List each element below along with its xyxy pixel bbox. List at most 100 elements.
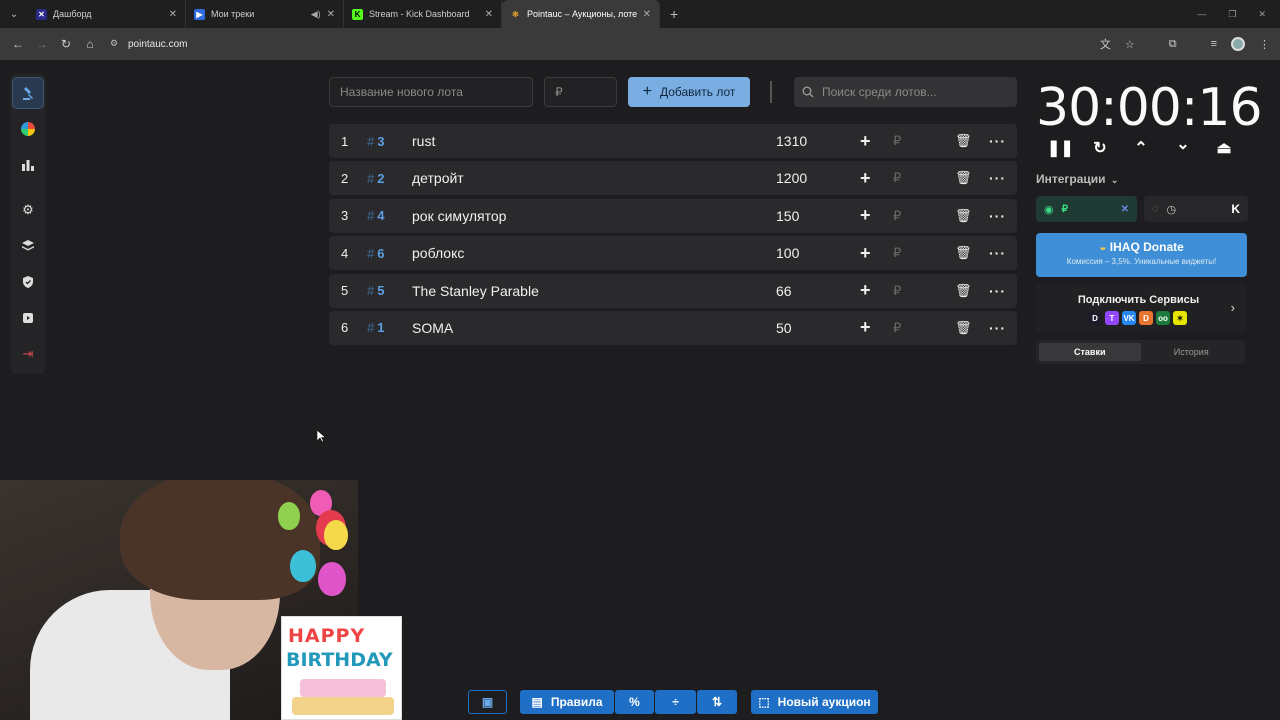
trash-icon[interactable]: 🗑: [955, 170, 972, 186]
save-button[interactable]: ▣: [468, 690, 507, 714]
lot-name[interactable]: детройт: [412, 170, 464, 186]
sidebar-item-security[interactable]: [12, 266, 44, 298]
sidebar-item-layers[interactable]: [12, 230, 44, 262]
new-tab-icon[interactable]: +: [660, 6, 688, 22]
reload-icon[interactable]: ↻: [54, 37, 78, 51]
restore-icon[interactable]: ❐: [1228, 9, 1236, 20]
add-amount-button[interactable]: +: [860, 168, 871, 189]
lot-amount: 150: [776, 207, 800, 224]
integrations-toggle[interactable]: Интеграции ⌄: [1036, 172, 1118, 186]
chevron-up-icon[interactable]: ⌃: [1129, 138, 1153, 162]
integrations-label: Интеграции: [1036, 172, 1106, 186]
trash-icon[interactable]: 🗑: [955, 208, 972, 224]
lot-name-input[interactable]: Название нового лота: [329, 77, 533, 107]
menu-icon[interactable]: ⋮: [1259, 38, 1270, 51]
lot-row[interactable]: 5 #5 The Stanley Parable 66 + ₽ 🗑 ···: [329, 273, 1017, 308]
lot-row[interactable]: 2 #2 детройт 1200 + ₽ 🗑 ···: [329, 161, 1017, 196]
new-auction-button[interactable]: ⬚ Новый аукцион: [751, 690, 878, 714]
lot-name[interactable]: SOMA: [412, 320, 453, 336]
percent-button[interactable]: %: [615, 690, 654, 714]
lot-name[interactable]: rust: [412, 133, 435, 149]
browser-tab[interactable]: ▶ Мои треки ◀) ✕: [186, 0, 344, 28]
more-icon[interactable]: ···: [989, 283, 1006, 299]
close-window-icon[interactable]: ✕: [1258, 9, 1266, 20]
tab-search-icon[interactable]: ⌄: [0, 0, 28, 28]
connect-services-button[interactable]: Подключить Сервисы D T VK D oo ✶ ›: [1036, 284, 1247, 332]
amount-input-rub[interactable]: ₽: [893, 245, 901, 261]
lot-row[interactable]: 3 #4 рок симулятор 150 + ₽ 🗑 ···: [329, 198, 1017, 233]
add-amount-button[interactable]: +: [860, 280, 871, 301]
add-amount-button[interactable]: +: [860, 205, 871, 226]
sidebar-item-auction[interactable]: [12, 77, 44, 109]
profile-avatar[interactable]: [1231, 37, 1245, 51]
more-icon[interactable]: ···: [989, 133, 1006, 149]
double-up-icon[interactable]: ⏏: [1212, 138, 1236, 162]
chevron-down-icon[interactable]: ⌄: [1171, 134, 1195, 158]
sort-button[interactable]: ⇅: [697, 690, 737, 714]
plus-icon: +: [642, 83, 652, 100]
close-icon[interactable]: ✕: [1121, 204, 1129, 215]
integration-donate-box[interactable]: ◉ ₽ ✕: [1036, 196, 1137, 222]
sidebar-item-stats[interactable]: [12, 149, 44, 181]
site-info-icon[interactable]: ⚙: [110, 38, 122, 50]
forward-icon[interactable]: →: [30, 37, 54, 51]
trash-icon[interactable]: 🗑: [955, 133, 972, 149]
extensions-icon[interactable]: ⧉: [1169, 38, 1177, 51]
hash-sign: #: [367, 133, 375, 149]
rules-button[interactable]: ▤ Правила: [520, 690, 614, 714]
ihaq-donate-button[interactable]: ◒ IHAQ Donate Комиссия – 3,5%. Уникальны…: [1036, 233, 1247, 277]
pause-icon[interactable]: ❚❚: [1047, 138, 1074, 162]
sidebar-item-logout[interactable]: ⇥: [12, 338, 44, 370]
sidebar-item-video[interactable]: [12, 302, 44, 334]
url-field[interactable]: ⚙ pointauc.com: [110, 38, 187, 50]
trash-icon[interactable]: 🗑: [955, 320, 972, 336]
amount-input-rub[interactable]: ₽: [893, 133, 901, 149]
lot-id-value: 6: [377, 245, 385, 261]
tab-history[interactable]: История: [1141, 343, 1243, 361]
integration-kick-box[interactable]: ◌ ◷ K: [1144, 196, 1248, 222]
lot-row[interactable]: 6 #1 SOMA 50 + ₽ 🗑 ···: [329, 310, 1017, 345]
back-icon[interactable]: ←: [6, 37, 30, 51]
home-icon[interactable]: ⌂: [78, 37, 102, 51]
trash-icon[interactable]: 🗑: [955, 283, 972, 299]
trash-icon[interactable]: 🗑: [955, 245, 972, 261]
speaker-icon[interactable]: ◀): [311, 9, 321, 20]
close-tab-icon[interactable]: ✕: [485, 9, 493, 20]
split-button[interactable]: ÷: [655, 690, 696, 714]
reset-icon[interactable]: ↻: [1088, 138, 1112, 162]
divider: [770, 81, 772, 103]
more-icon[interactable]: ···: [989, 170, 1006, 186]
amount-input[interactable]: ₽: [544, 77, 617, 107]
amount-input-rub[interactable]: ₽: [893, 320, 901, 336]
close-tab-icon[interactable]: ✕: [169, 9, 177, 20]
lot-id: #3: [367, 134, 384, 149]
sidebar-item-settings[interactable]: ⚙: [12, 194, 44, 226]
bookmark-star-icon[interactable]: ☆: [1125, 38, 1135, 51]
media-icon[interactable]: ≡: [1211, 38, 1217, 50]
close-tab-icon[interactable]: ✕: [327, 9, 335, 20]
translate-icon[interactable]: 文: [1100, 36, 1111, 52]
add-amount-button[interactable]: +: [860, 243, 871, 264]
browser-tab-active[interactable]: ✻ Pointauc – Аукционы, лотере ✕: [502, 0, 660, 28]
add-lot-button[interactable]: + Добавить лот: [628, 77, 750, 107]
close-tab-icon[interactable]: ✕: [643, 9, 651, 20]
lot-name[interactable]: рок симулятор: [412, 208, 506, 224]
more-icon[interactable]: ···: [989, 208, 1006, 224]
browser-tab[interactable]: K Stream - Kick Dashboard ✕: [344, 0, 502, 28]
search-input[interactable]: Поиск среди лотов...: [794, 77, 1017, 107]
lot-name[interactable]: The Stanley Parable: [412, 283, 539, 299]
minimize-icon[interactable]: —: [1197, 9, 1206, 19]
lot-row[interactable]: 1 #3 rust 1310 + ₽ 🗑 ···: [329, 124, 1017, 158]
amount-input-rub[interactable]: ₽: [893, 170, 901, 186]
browser-tab[interactable]: ✕ Дашборд ✕: [28, 0, 186, 28]
amount-input-rub[interactable]: ₽: [893, 283, 901, 299]
lot-row[interactable]: 4 #6 роблокс 100 + ₽ 🗑 ···: [329, 236, 1017, 271]
add-amount-button[interactable]: +: [860, 317, 871, 338]
amount-input-rub[interactable]: ₽: [893, 208, 901, 224]
add-amount-button[interactable]: +: [860, 131, 871, 152]
sidebar-item-wheel[interactable]: [12, 113, 44, 145]
tab-bids[interactable]: Ставки: [1039, 343, 1141, 361]
more-icon[interactable]: ···: [989, 245, 1006, 261]
lot-name[interactable]: роблокс: [412, 245, 464, 261]
more-icon[interactable]: ···: [989, 320, 1006, 336]
